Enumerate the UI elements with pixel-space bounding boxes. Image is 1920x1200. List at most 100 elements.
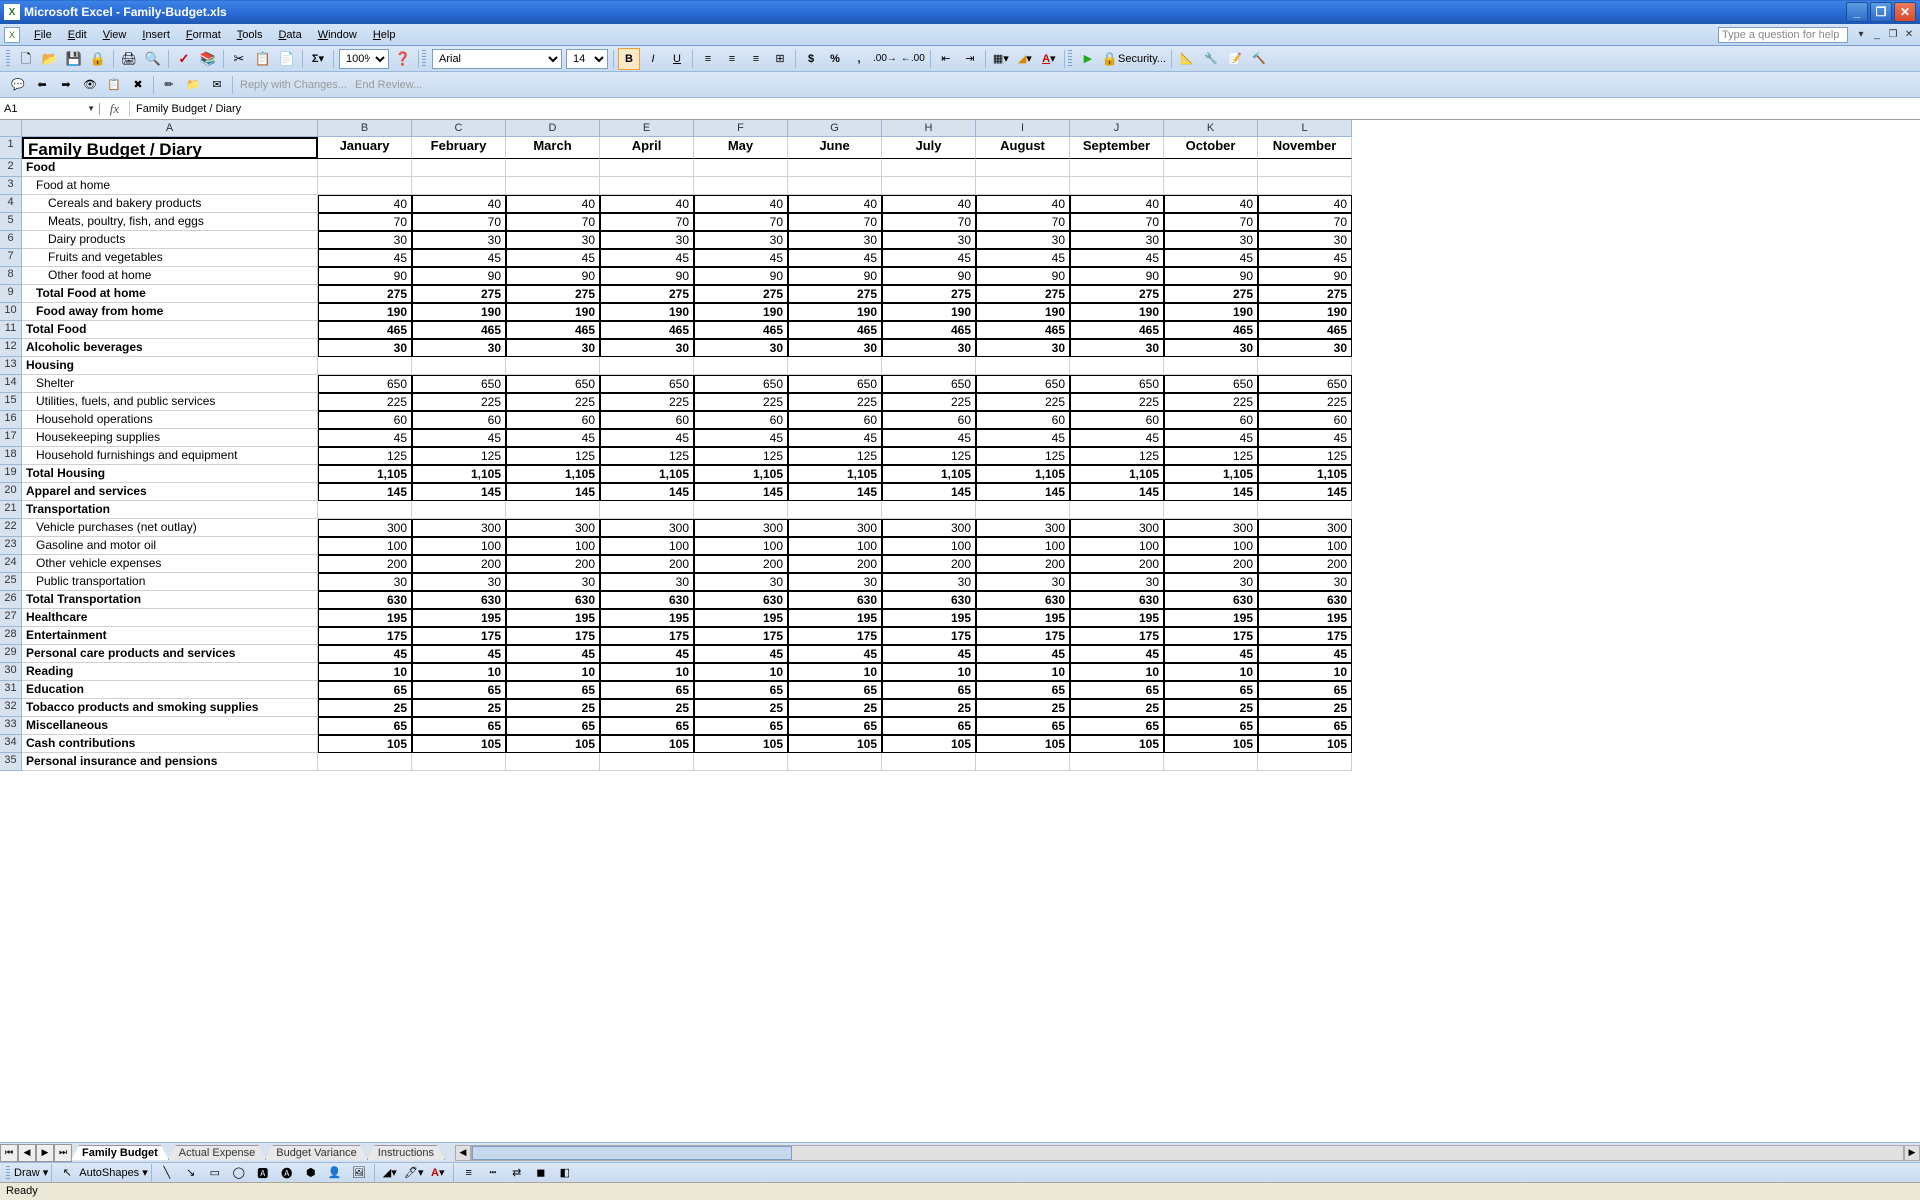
cell-F20[interactable]: 145: [694, 483, 788, 501]
row-header-6[interactable]: 6: [0, 231, 22, 249]
cell-L15[interactable]: 225: [1258, 393, 1352, 411]
column-header-C[interactable]: C: [412, 120, 506, 137]
cell-A34[interactable]: Cash contributions: [22, 735, 318, 753]
cell-F19[interactable]: 1,105: [694, 465, 788, 483]
column-header-L[interactable]: L: [1258, 120, 1352, 137]
cell-B18[interactable]: 125: [318, 447, 412, 465]
cell-D22[interactable]: 300: [506, 519, 600, 537]
cell-C11[interactable]: 465: [412, 321, 506, 339]
play-macro-icon[interactable]: ▶: [1077, 48, 1099, 70]
merge-center-icon[interactable]: ⊞: [769, 48, 791, 70]
cell-J5[interactable]: 70: [1070, 213, 1164, 231]
cell-K7[interactable]: 45: [1164, 249, 1258, 267]
minimize-button[interactable]: _: [1846, 2, 1868, 22]
cell-K32[interactable]: 25: [1164, 699, 1258, 717]
cell-F16[interactable]: 60: [694, 411, 788, 429]
cell-L1[interactable]: November: [1258, 137, 1352, 159]
cell-E1[interactable]: April: [600, 137, 694, 159]
toolbar-grip-3[interactable]: [1068, 50, 1072, 68]
row-header-7[interactable]: 7: [0, 249, 22, 267]
cell-G5[interactable]: 70: [788, 213, 882, 231]
cell-D5[interactable]: 70: [506, 213, 600, 231]
cell-C35[interactable]: [412, 753, 506, 771]
cell-E19[interactable]: 1,105: [600, 465, 694, 483]
cell-G26[interactable]: 630: [788, 591, 882, 609]
cell-G32[interactable]: 25: [788, 699, 882, 717]
cell-I10[interactable]: 190: [976, 303, 1070, 321]
cell-J33[interactable]: 65: [1070, 717, 1164, 735]
row-header-14[interactable]: 14: [0, 375, 22, 393]
cell-I33[interactable]: 65: [976, 717, 1070, 735]
open-icon[interactable]: 📂: [39, 48, 61, 70]
cell-B12[interactable]: 30: [318, 339, 412, 357]
cell-B23[interactable]: 100: [318, 537, 412, 555]
tab-first-icon[interactable]: ⏮: [0, 1144, 18, 1162]
row-header-29[interactable]: 29: [0, 645, 22, 663]
formula-text[interactable]: Family Budget / Diary: [130, 103, 1920, 115]
cell-E11[interactable]: 465: [600, 321, 694, 339]
cell-G2[interactable]: [788, 159, 882, 177]
cell-C9[interactable]: 275: [412, 285, 506, 303]
cell-I3[interactable]: [976, 177, 1070, 195]
cell-D24[interactable]: 200: [506, 555, 600, 573]
picture-icon[interactable]: 🖼: [348, 1162, 370, 1184]
cell-B34[interactable]: 105: [318, 735, 412, 753]
align-right-icon[interactable]: ≡: [745, 48, 767, 70]
column-header-J[interactable]: J: [1070, 120, 1164, 137]
cell-I12[interactable]: 30: [976, 339, 1070, 357]
cell-A1[interactable]: Family Budget / Diary: [22, 137, 318, 159]
cell-J13[interactable]: [1070, 357, 1164, 375]
cell-A27[interactable]: Healthcare: [22, 609, 318, 627]
cell-H20[interactable]: 145: [882, 483, 976, 501]
column-header-H[interactable]: H: [882, 120, 976, 137]
cell-G20[interactable]: 145: [788, 483, 882, 501]
cell-D25[interactable]: 30: [506, 573, 600, 591]
cell-L4[interactable]: 40: [1258, 195, 1352, 213]
cell-L33[interactable]: 65: [1258, 717, 1352, 735]
print-icon[interactable]: 🖨: [118, 48, 140, 70]
cell-G23[interactable]: 100: [788, 537, 882, 555]
decrease-indent-icon[interactable]: ⇤: [935, 48, 957, 70]
cell-H21[interactable]: [882, 501, 976, 519]
cell-B15[interactable]: 225: [318, 393, 412, 411]
cell-D12[interactable]: 30: [506, 339, 600, 357]
autosum-icon[interactable]: Σ▾: [307, 48, 329, 70]
send-mail-icon[interactable]: ✉: [206, 74, 228, 96]
cell-D28[interactable]: 175: [506, 627, 600, 645]
cell-H9[interactable]: 275: [882, 285, 976, 303]
cell-C12[interactable]: 30: [412, 339, 506, 357]
row-header-13[interactable]: 13: [0, 357, 22, 375]
cell-E9[interactable]: 275: [600, 285, 694, 303]
column-header-K[interactable]: K: [1164, 120, 1258, 137]
show-comment-icon[interactable]: 👁: [79, 74, 101, 96]
cell-J17[interactable]: 45: [1070, 429, 1164, 447]
control-toolbox-icon[interactable]: 🔧: [1200, 48, 1222, 70]
row-header-21[interactable]: 21: [0, 501, 22, 519]
cell-J15[interactable]: 225: [1070, 393, 1164, 411]
cell-I20[interactable]: 145: [976, 483, 1070, 501]
row-header-23[interactable]: 23: [0, 537, 22, 555]
cell-L2[interactable]: [1258, 159, 1352, 177]
cell-G7[interactable]: 45: [788, 249, 882, 267]
cell-A3[interactable]: Food at home: [22, 177, 318, 195]
paste-icon[interactable]: 📄: [276, 48, 298, 70]
cell-E29[interactable]: 45: [600, 645, 694, 663]
cell-D19[interactable]: 1,105: [506, 465, 600, 483]
cell-E10[interactable]: 190: [600, 303, 694, 321]
design-mode-icon[interactable]: 📝: [1224, 48, 1246, 70]
cell-L6[interactable]: 30: [1258, 231, 1352, 249]
row-header-19[interactable]: 19: [0, 465, 22, 483]
cell-L13[interactable]: [1258, 357, 1352, 375]
cell-H23[interactable]: 100: [882, 537, 976, 555]
cell-J19[interactable]: 1,105: [1070, 465, 1164, 483]
cell-F9[interactable]: 275: [694, 285, 788, 303]
menu-data[interactable]: Data: [270, 27, 309, 43]
cell-C3[interactable]: [412, 177, 506, 195]
cell-F33[interactable]: 65: [694, 717, 788, 735]
cell-A30[interactable]: Reading: [22, 663, 318, 681]
cell-E7[interactable]: 45: [600, 249, 694, 267]
cell-C19[interactable]: 1,105: [412, 465, 506, 483]
row-header-27[interactable]: 27: [0, 609, 22, 627]
cell-E4[interactable]: 40: [600, 195, 694, 213]
cell-K24[interactable]: 200: [1164, 555, 1258, 573]
